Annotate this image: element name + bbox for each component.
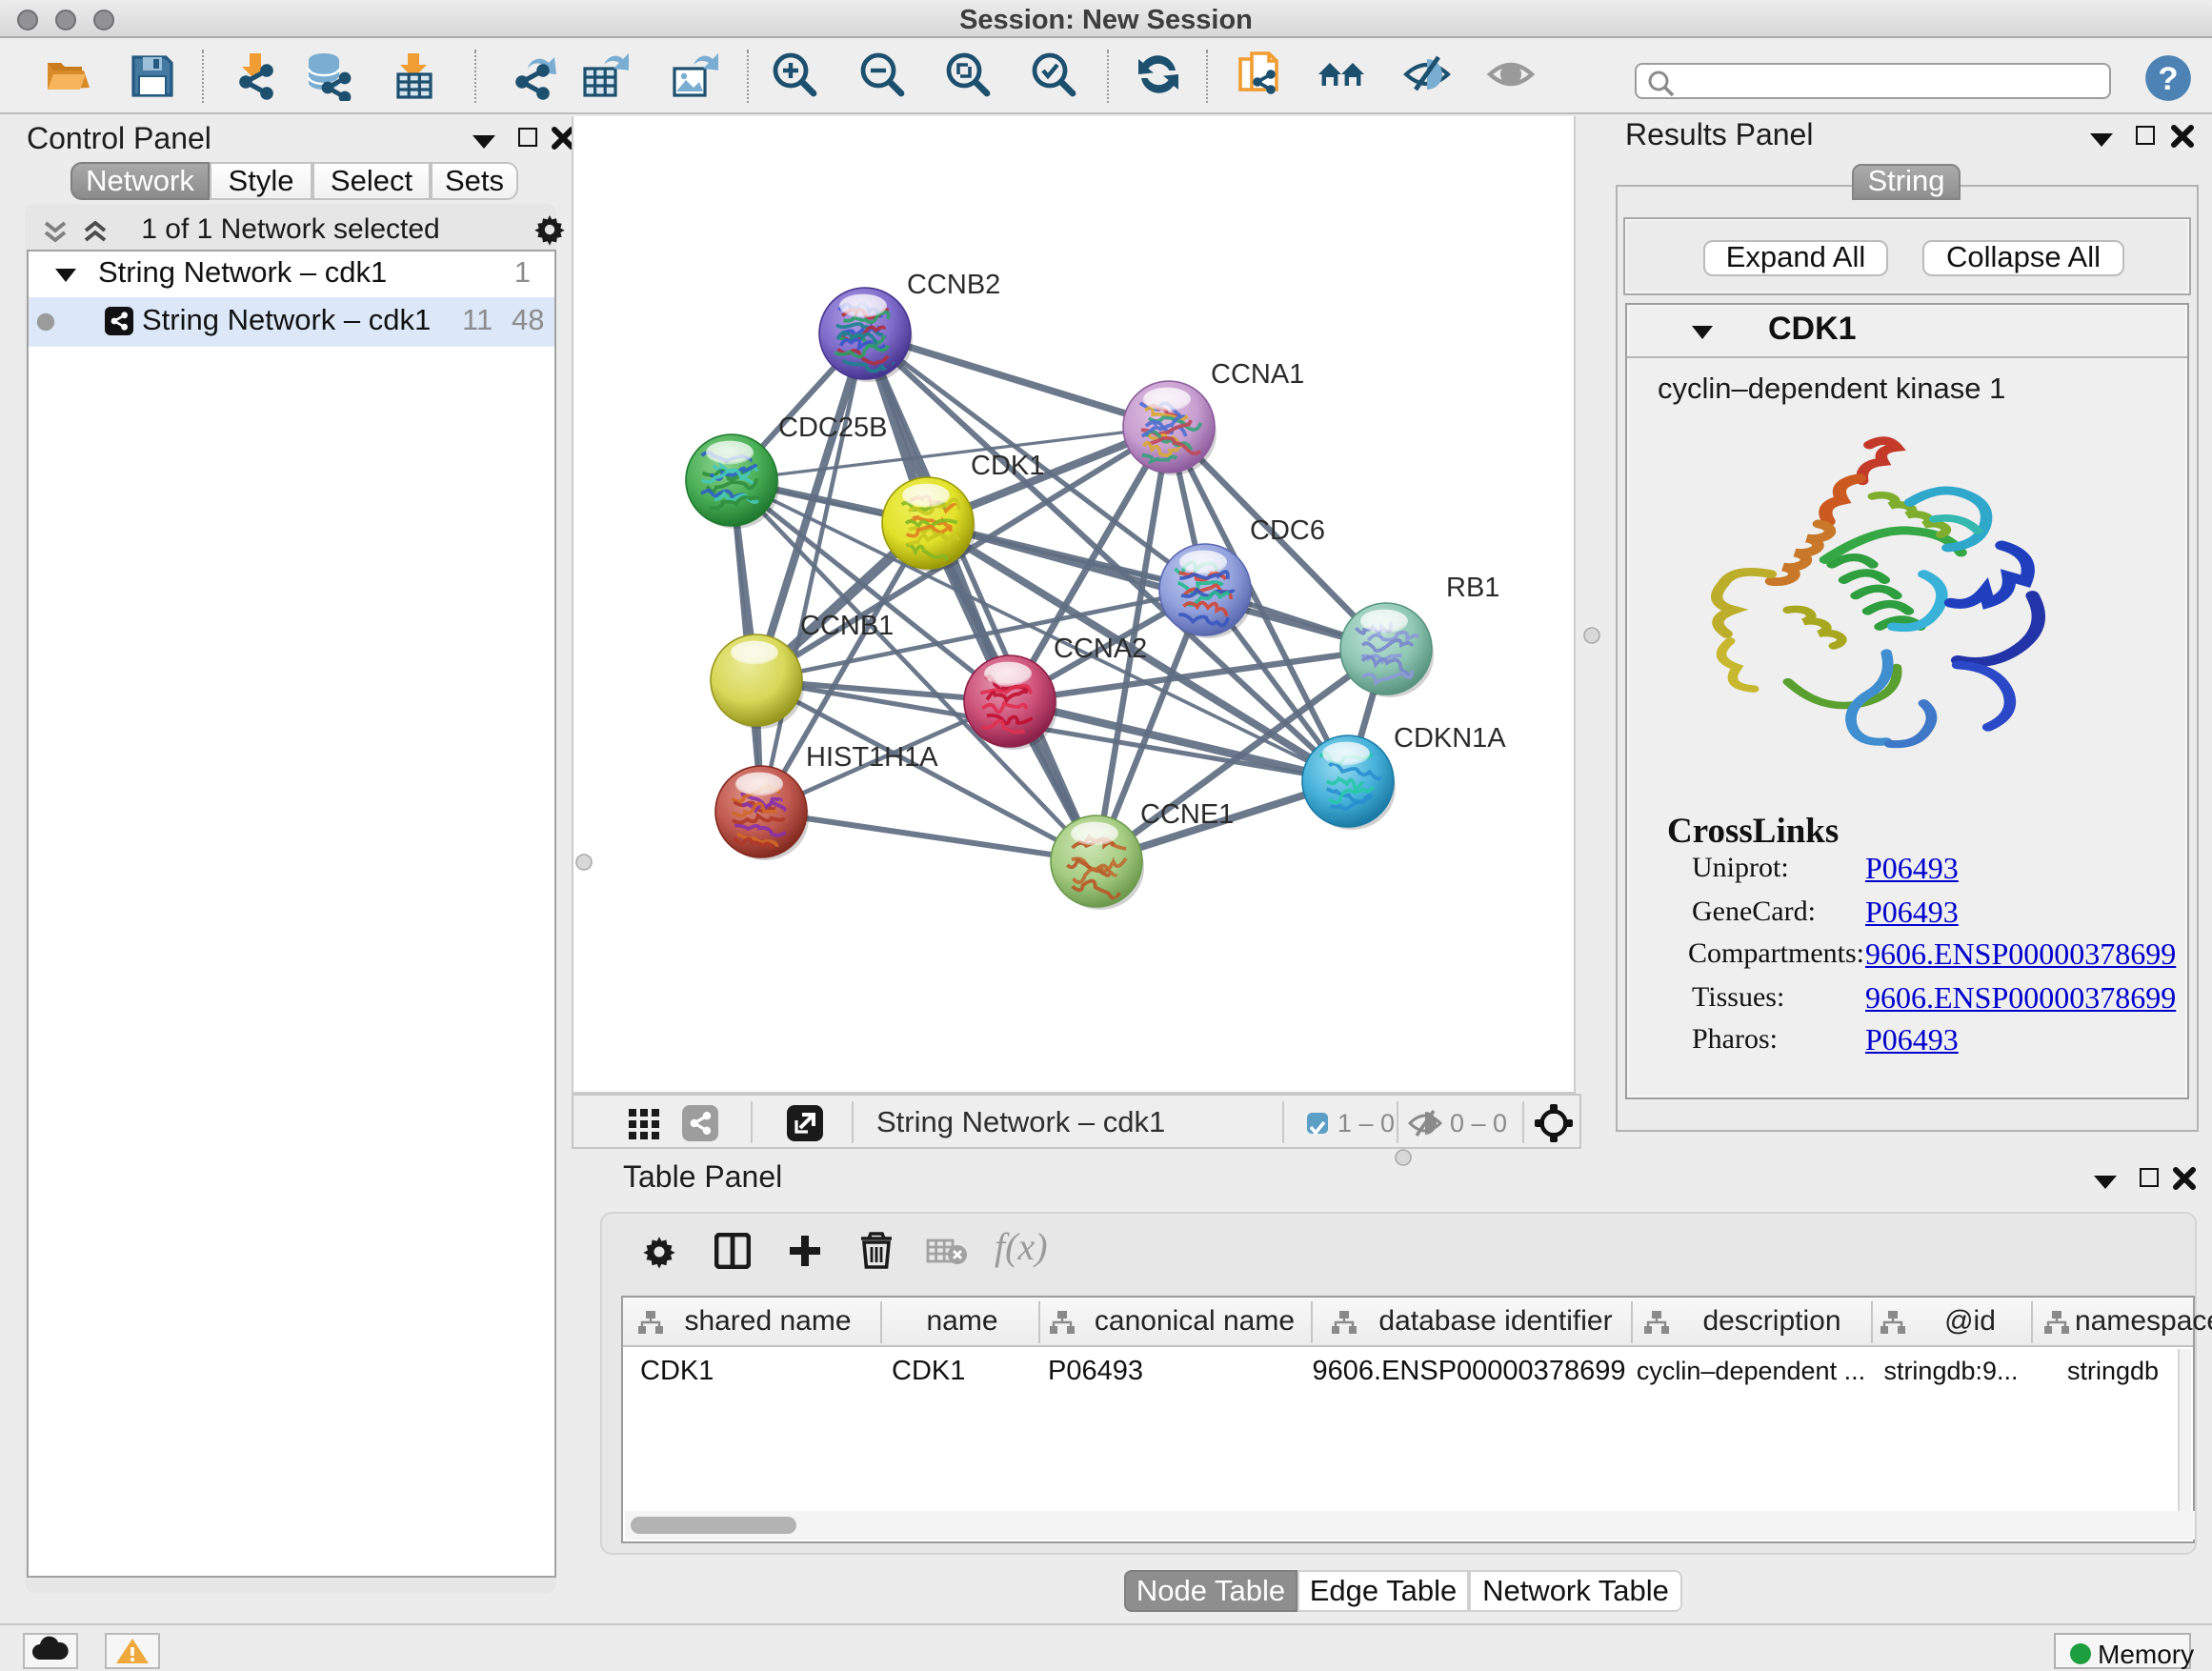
svg-text:CCNB1: CCNB1 <box>800 611 894 641</box>
svg-text:CCNA1: CCNA1 <box>1211 359 1304 390</box>
svg-text:CDK1: CDK1 <box>971 451 1044 481</box>
svg-text:RB1: RB1 <box>1446 573 1499 603</box>
svg-text:CDC6: CDC6 <box>1250 515 1325 546</box>
svg-text:CDKN1A: CDKN1A <box>1394 723 1506 754</box>
svg-text:CCNA2: CCNA2 <box>1054 634 1147 664</box>
svg-text:CCNE1: CCNE1 <box>1140 799 1234 830</box>
svg-text:HIST1H1A: HIST1H1A <box>806 742 938 773</box>
svg-text:CDC25B: CDC25B <box>778 413 887 443</box>
svg-text:CCNB2: CCNB2 <box>907 270 1000 300</box>
svg-text:?: ? <box>2158 61 2178 97</box>
